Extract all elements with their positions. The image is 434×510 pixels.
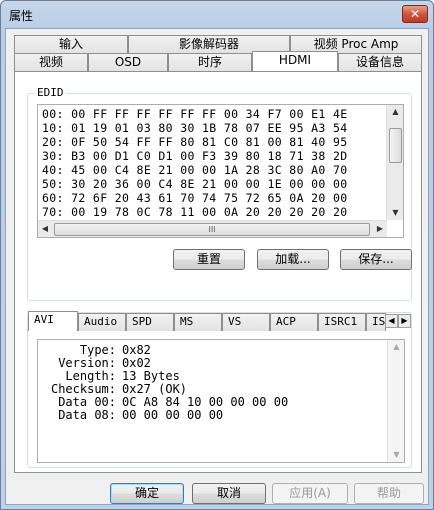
edid-line: 50: 30 20 36 00 C4 8E 21 00 00 1E 00 00 …	[42, 177, 348, 191]
info-tab-acp[interactable]: ACP	[270, 313, 318, 331]
edid-group: 00: 00 FF FF FF FF FF FF 00 34 F7 00 E1 …	[27, 93, 412, 301]
edid-line: 20: 0F 50 54 FF FF 80 81 C0 81 00 81 40 …	[42, 135, 348, 149]
edid-line: 40: 45 00 C4 8E 21 00 00 1A 28 3C 80 A0 …	[42, 163, 348, 177]
info-row: Length: 13 Bytes	[38, 369, 180, 383]
info-row: Type: 0x82	[38, 343, 151, 357]
scroll-down-icon[interactable]: ▼	[388, 448, 404, 462]
scroll-down-icon[interactable]: ▼	[387, 206, 403, 220]
info-tab-ms[interactable]: MS	[174, 313, 222, 331]
avi-infoframe-view[interactable]: Type: 0x82 Version: 0x02 Length: 13 Bytes C…	[37, 339, 405, 463]
window-title: 属性	[9, 9, 34, 23]
tab-scroll-left-icon[interactable]: ◀	[385, 314, 398, 328]
close-button[interactable]: ✕	[402, 5, 428, 23]
close-icon: ✕	[409, 7, 421, 21]
info-key: Data 00:	[58, 395, 116, 409]
save-button[interactable]: 保存...	[340, 249, 412, 270]
edid-line: 70: 00 19 78 0C 78 11 00 0A 20 20 20 20 …	[42, 205, 348, 219]
info-tab-vs[interactable]: VS	[222, 313, 270, 331]
properties-window: 属性 ✕ 输入 影像解码器 视频 Proc Amp 视频 OSD 时序 HDMI…	[0, 0, 434, 510]
edid-hex-view[interactable]: 00: 00 FF FF FF FF FF FF 00 34 F7 00 E1 …	[37, 104, 404, 238]
info-tab-isrc2[interactable]: IS	[366, 313, 386, 331]
tab-row-1: 输入 影像解码器 视频 Proc Amp	[14, 35, 422, 53]
edid-line: 10: 01 19 01 03 80 30 1B 78 07 EE 95 A3 …	[42, 121, 348, 135]
reset-button[interactable]: 重置	[173, 249, 245, 270]
ok-button[interactable]: 确定	[110, 483, 184, 504]
info-tab-spd[interactable]: SPD	[126, 313, 174, 331]
cancel-button[interactable]: 取消	[192, 483, 266, 504]
scroll-left-icon[interactable]: ◀	[38, 222, 52, 236]
edid-line: 30: B3 00 D1 C0 D1 00 F3 39 80 18 71 38 …	[42, 149, 348, 163]
tab-hdmi[interactable]: HDMI	[252, 51, 338, 71]
info-value: 0x82	[122, 343, 151, 357]
title-bar[interactable]: 属性 ✕	[1, 1, 433, 28]
edid-line: 60: 72 6F 20 43 61 70 74 75 72 65 0A 20 …	[42, 191, 348, 205]
edid-line: 00: 00 FF FF FF FF FF FF 00 34 F7 00 E1 …	[42, 107, 348, 121]
scroll-right-icon[interactable]: ▶	[373, 222, 387, 236]
info-row: Data 08: 00 00 00 00 00	[38, 408, 223, 422]
apply-button[interactable]: 应用(A)	[272, 483, 348, 504]
info-row: Checksum: 0x27 (OK)	[38, 382, 187, 396]
help-button[interactable]: 帮助	[354, 483, 424, 504]
info-key: Version:	[58, 356, 116, 370]
tab-device-info[interactable]: 设备信息	[338, 53, 422, 71]
tab-timing[interactable]: 时序	[168, 53, 252, 71]
hdmi-tab-panel: 00: 00 FF FF FF FF FF FF 00 34 F7 00 E1 …	[14, 71, 422, 473]
edid-vertical-scrollbar[interactable]: ▲ ▼	[386, 105, 403, 220]
tab-scroll-right-icon[interactable]: ▶	[398, 314, 411, 328]
infoframe-group: AVI Audio SPD MS VS ACP ISRC1 IS ◀ ▶ Typ…	[27, 311, 412, 468]
info-value: 0x02	[122, 356, 151, 370]
edid-group-label: EDID	[35, 86, 66, 99]
info-value: 13 Bytes	[122, 369, 180, 383]
tab-osd[interactable]: OSD	[88, 53, 168, 71]
scroll-thumb[interactable]	[389, 128, 402, 163]
info-key: Data 08:	[58, 408, 116, 422]
scroll-up-icon[interactable]: ▲	[388, 340, 404, 354]
scroll-up-icon[interactable]: ▲	[387, 105, 403, 119]
info-tab-isrc1[interactable]: ISRC1	[318, 313, 366, 331]
load-button[interactable]: 加载...	[257, 249, 329, 270]
tab-video[interactable]: 视频	[14, 53, 88, 71]
info-value: 0x27 (OK)	[122, 382, 188, 396]
edid-horizontal-scrollbar[interactable]: ◀ III ▶	[38, 220, 387, 237]
info-tab-avi[interactable]: AVI	[28, 311, 78, 331]
info-key: Checksum:	[50, 382, 116, 396]
info-value: 0C A8 84 10 00 00 00 00	[122, 395, 289, 409]
info-row: Version: 0x02	[38, 356, 151, 370]
info-key: Type:	[79, 343, 116, 357]
scroll-thumb[interactable]: III	[54, 223, 370, 236]
tab-row-2: 视频 OSD 时序 HDMI 设备信息	[14, 51, 422, 71]
info-vertical-scrollbar[interactable]: ▲ ▼	[387, 340, 404, 462]
dialog-client-area: 输入 影像解码器 视频 Proc Amp 视频 OSD 时序 HDMI 设备信息…	[5, 28, 429, 505]
info-key: Length:	[65, 369, 116, 383]
tab-input[interactable]: 输入	[14, 35, 128, 53]
info-value: 00 00 00 00 00	[122, 408, 224, 422]
info-tab-audio[interactable]: Audio	[78, 313, 126, 331]
info-row: Data 00: 0C A8 84 10 00 00 00 00	[38, 395, 288, 409]
